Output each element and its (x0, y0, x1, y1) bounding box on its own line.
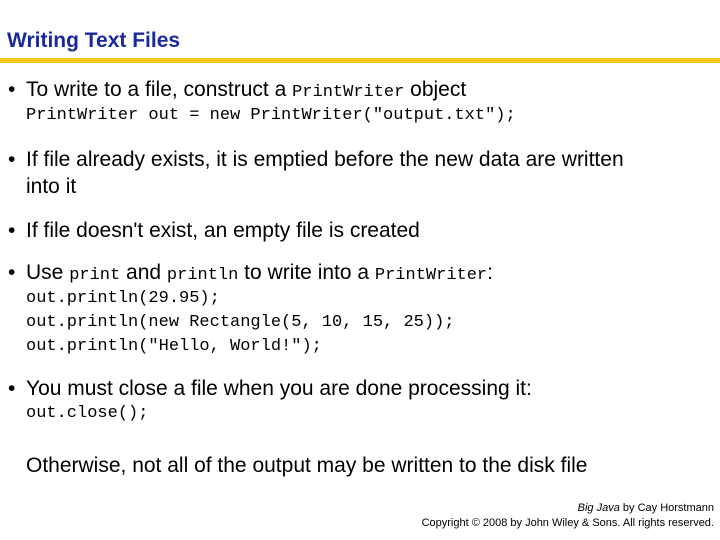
code-line: out.close(); (26, 404, 149, 423)
bullet-file-exists: • If file already exists, it is emptied b… (8, 148, 624, 171)
footer-copyright: Copyright © 2008 by John Wiley & Sons. A… (421, 517, 714, 529)
book-author: by Cay Horstmann (619, 502, 714, 514)
bullet-icon: • (8, 219, 16, 242)
title-underline (0, 58, 720, 63)
bullet-close-file: • You must close a file when you are done… (8, 377, 532, 400)
book-title: Big Java (577, 502, 620, 514)
bullet-file-not-exists: • If file doesn't exist, an empty file is… (8, 219, 420, 242)
code-line: out.println("Hello, World!"); (26, 337, 322, 356)
code-line: out.println(29.95); (26, 289, 220, 308)
slide-title: Writing Text Files (7, 29, 181, 52)
code-line: PrintWriter out = new PrintWriter("outpu… (26, 106, 516, 125)
footer: Big Java by Cay Horstmann Copyright © 20… (422, 501, 714, 531)
bullet-icon: • (8, 377, 16, 400)
code-line: out.println(new Rectangle(5, 10, 15, 25)… (26, 313, 455, 332)
bullet-icon: • (8, 261, 16, 284)
bullet-print-println: • Use print and println to write into a P… (8, 261, 493, 285)
bullet-construct-printwriter: • To write to a file, construct a PrintWr… (8, 78, 467, 102)
bullet-file-exists-continued: into it (26, 175, 77, 198)
close-file-note: Otherwise, not all of the output may be … (26, 454, 588, 477)
bullet-icon: • (8, 78, 16, 101)
footer-book-line: Big Java by Cay Horstmann (422, 501, 714, 516)
bullet-icon: • (8, 148, 16, 171)
